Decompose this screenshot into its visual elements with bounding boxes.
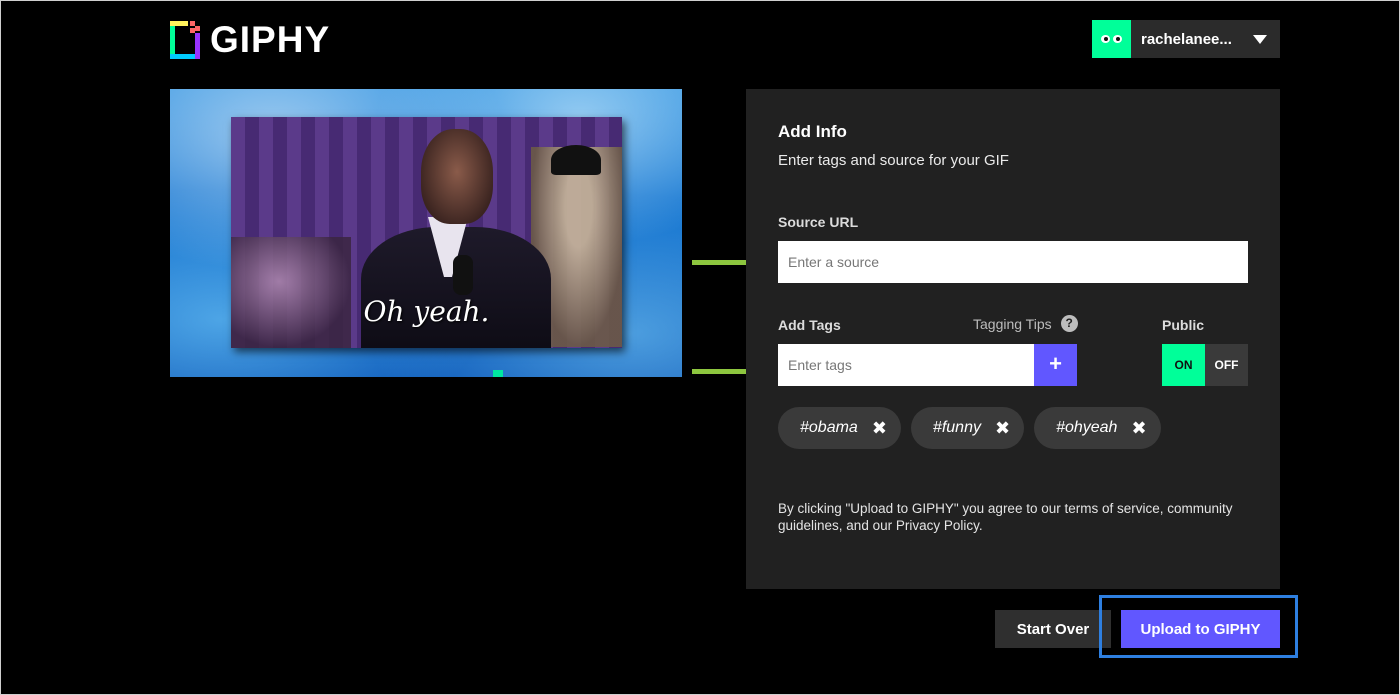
user-menu[interactable]: rachelanee...	[1092, 20, 1280, 58]
toggle-on[interactable]: ON	[1162, 344, 1205, 386]
tag-list: #obama ✖ #funny ✖ #ohyeah ✖	[778, 407, 1161, 449]
avatar	[1092, 20, 1131, 58]
close-icon[interactable]: ✖	[1131, 418, 1146, 439]
gif-preview: Oh yeah.	[170, 89, 682, 377]
giphy-logo[interactable]: GIPHY	[170, 20, 330, 60]
speaker-head	[421, 129, 493, 224]
gif-frame: Oh yeah.	[231, 117, 622, 348]
avatar-eye-icon	[1101, 35, 1110, 43]
giphy-logo-icon	[170, 21, 200, 59]
public-toggle[interactable]: ON OFF	[1162, 344, 1248, 386]
add-info-panel: Add Info Enter tags and source for your …	[746, 89, 1280, 589]
playback-indicator	[493, 370, 503, 377]
source-url-label: Source URL	[778, 214, 859, 230]
microphone-icon	[453, 255, 473, 295]
help-icon[interactable]: ?	[1060, 315, 1078, 332]
avatar-eye-icon	[1113, 35, 1122, 43]
tag-chip: #funny ✖	[910, 407, 1025, 449]
public-label: Public	[1162, 317, 1205, 333]
legal-notice: By clicking "Upload to GIPHY" you agree …	[778, 501, 1233, 533]
tag-chip: #ohyeah ✖	[1034, 407, 1161, 449]
tagging-tips-label: Tagging Tips	[973, 315, 1052, 332]
tag-label: #ohyeah	[1056, 419, 1118, 436]
chevron-down-icon[interactable]	[1253, 34, 1267, 44]
gif-caption: Oh yeah.	[363, 295, 490, 328]
source-url-input[interactable]	[778, 241, 1248, 283]
add-tags-label: Add Tags	[778, 317, 841, 333]
tag-label: #funny	[932, 419, 981, 436]
panel-subtitle: Enter tags and source for your GIF	[778, 152, 1009, 169]
toggle-off[interactable]: OFF	[1205, 344, 1248, 386]
drum-kit	[231, 237, 351, 348]
username: rachelanee...	[1141, 30, 1232, 48]
add-tag-button[interactable]: +	[1034, 344, 1077, 386]
tags-input[interactable]	[778, 344, 1034, 386]
tag-label: #obama	[800, 419, 858, 436]
tagging-tips[interactable]: Tagging Tips ?	[973, 315, 1078, 332]
close-icon[interactable]: ✖	[872, 418, 887, 439]
hat	[551, 145, 601, 175]
tag-chip: #obama ✖	[778, 407, 901, 449]
logo-wordmark: GIPHY	[210, 19, 331, 60]
close-icon[interactable]: ✖	[995, 418, 1010, 439]
start-over-button[interactable]: Start Over	[995, 610, 1111, 648]
panel-title: Add Info	[778, 122, 847, 141]
upload-button[interactable]: Upload to GIPHY	[1121, 610, 1280, 648]
